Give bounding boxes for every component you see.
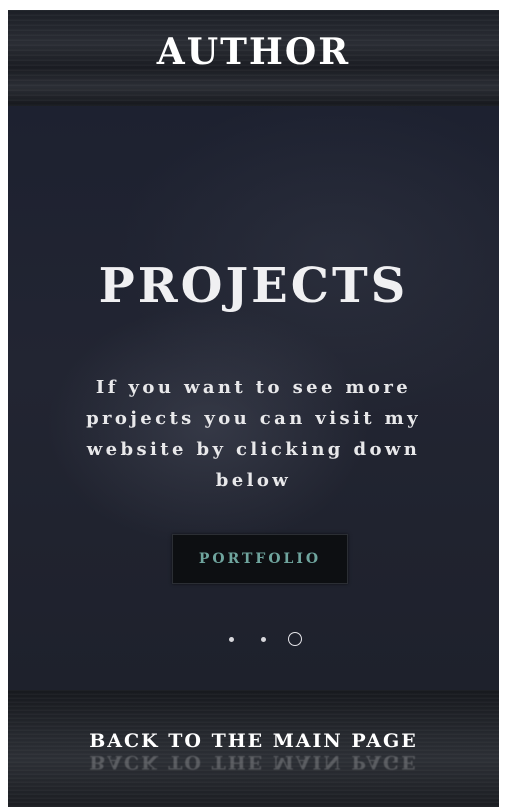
slide-title: PROJECTS [98, 258, 409, 314]
carousel-indicators [8, 629, 499, 651]
page-frame: AUTHOR PROJECTS If you want to see more … [8, 10, 499, 807]
site-title[interactable]: AUTHOR [8, 30, 499, 74]
carousel-dot-3-active[interactable] [288, 632, 302, 646]
carousel-dot-1[interactable] [229, 637, 234, 642]
projects-slide: PROJECTS If you want to see more project… [8, 106, 499, 690]
carousel-dot-2[interactable] [261, 637, 266, 642]
header-banner: AUTHOR [8, 10, 499, 106]
footer-banner: BACK TO THE MAIN PAGE BACK TO THE MAIN P… [8, 690, 499, 807]
back-link-reflection: BACK TO THE MAIN PAGE [89, 751, 418, 773]
slide-description: If you want to see more projects you can… [86, 377, 421, 491]
portfolio-button[interactable]: PORTFOLIO [172, 534, 348, 584]
